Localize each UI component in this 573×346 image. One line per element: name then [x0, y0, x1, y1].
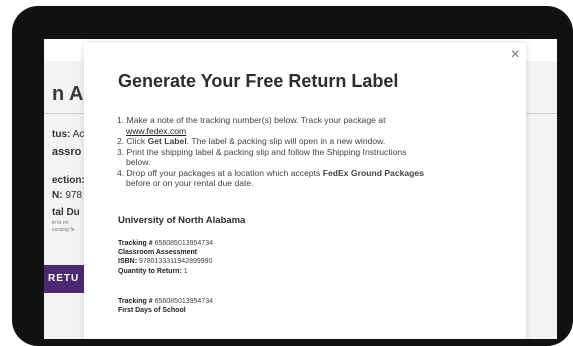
instruction-step: 4. Drop off your packages at a location … [117, 167, 424, 189]
background-total-row: tal Du [52, 207, 80, 218]
instruction-list: 1. Make a note of the tracking number(s)… [117, 115, 497, 189]
return-label-modal: × Generate Your Free Return Label 1. Mak… [84, 43, 526, 339]
get-label-text: Get Label [147, 136, 187, 146]
return-item: Tracking # 656085013954734 Classroom Ass… [118, 239, 213, 276]
item-title: First Days of School [118, 307, 186, 315]
background-note-line: le to ret [52, 220, 69, 226]
tablet-screen: n Al tus: Ac assro ection: N: 978 tal Du… [44, 39, 557, 339]
background-status-row: tus: Ac [52, 129, 85, 140]
background-course-row: assro [52, 146, 82, 158]
university-name: University of North Alabama [118, 215, 246, 226]
tracking-row: Tracking # 656085013954734 [118, 298, 213, 305]
tablet-frame: n Al tus: Ac assro ection: N: 978 tal Du… [12, 6, 573, 346]
modal-title: Generate Your Free Return Label [118, 71, 399, 91]
return-item: Tracking # 656085013954734 First Days of… [118, 297, 213, 315]
fedex-ground-text: FedEx Ground Packages [322, 167, 424, 178]
instruction-step: 3. Print the shipping label & packing sl… [117, 146, 407, 168]
background-isbn-row: N: 978 [52, 190, 83, 201]
background-note-line: cessing fe [52, 227, 75, 233]
close-icon[interactable]: × [511, 47, 520, 63]
tracking-row: Tracking # 656085013954734 [118, 240, 213, 247]
isbn-row: ISBN: 9780133311942899990 [118, 258, 213, 266]
instruction-step: 2. Click Get Label. The label & packing … [117, 136, 386, 146]
instruction-step: 1. Make a note of the tracking number(s)… [117, 115, 386, 136]
fedex-link[interactable]: www.fedex.com [126, 126, 186, 136]
background-section-row: ection: [52, 175, 85, 186]
item-title: Classroom Assessment [118, 249, 198, 257]
quantity-row: Quantity to Return: 1 [118, 267, 188, 275]
